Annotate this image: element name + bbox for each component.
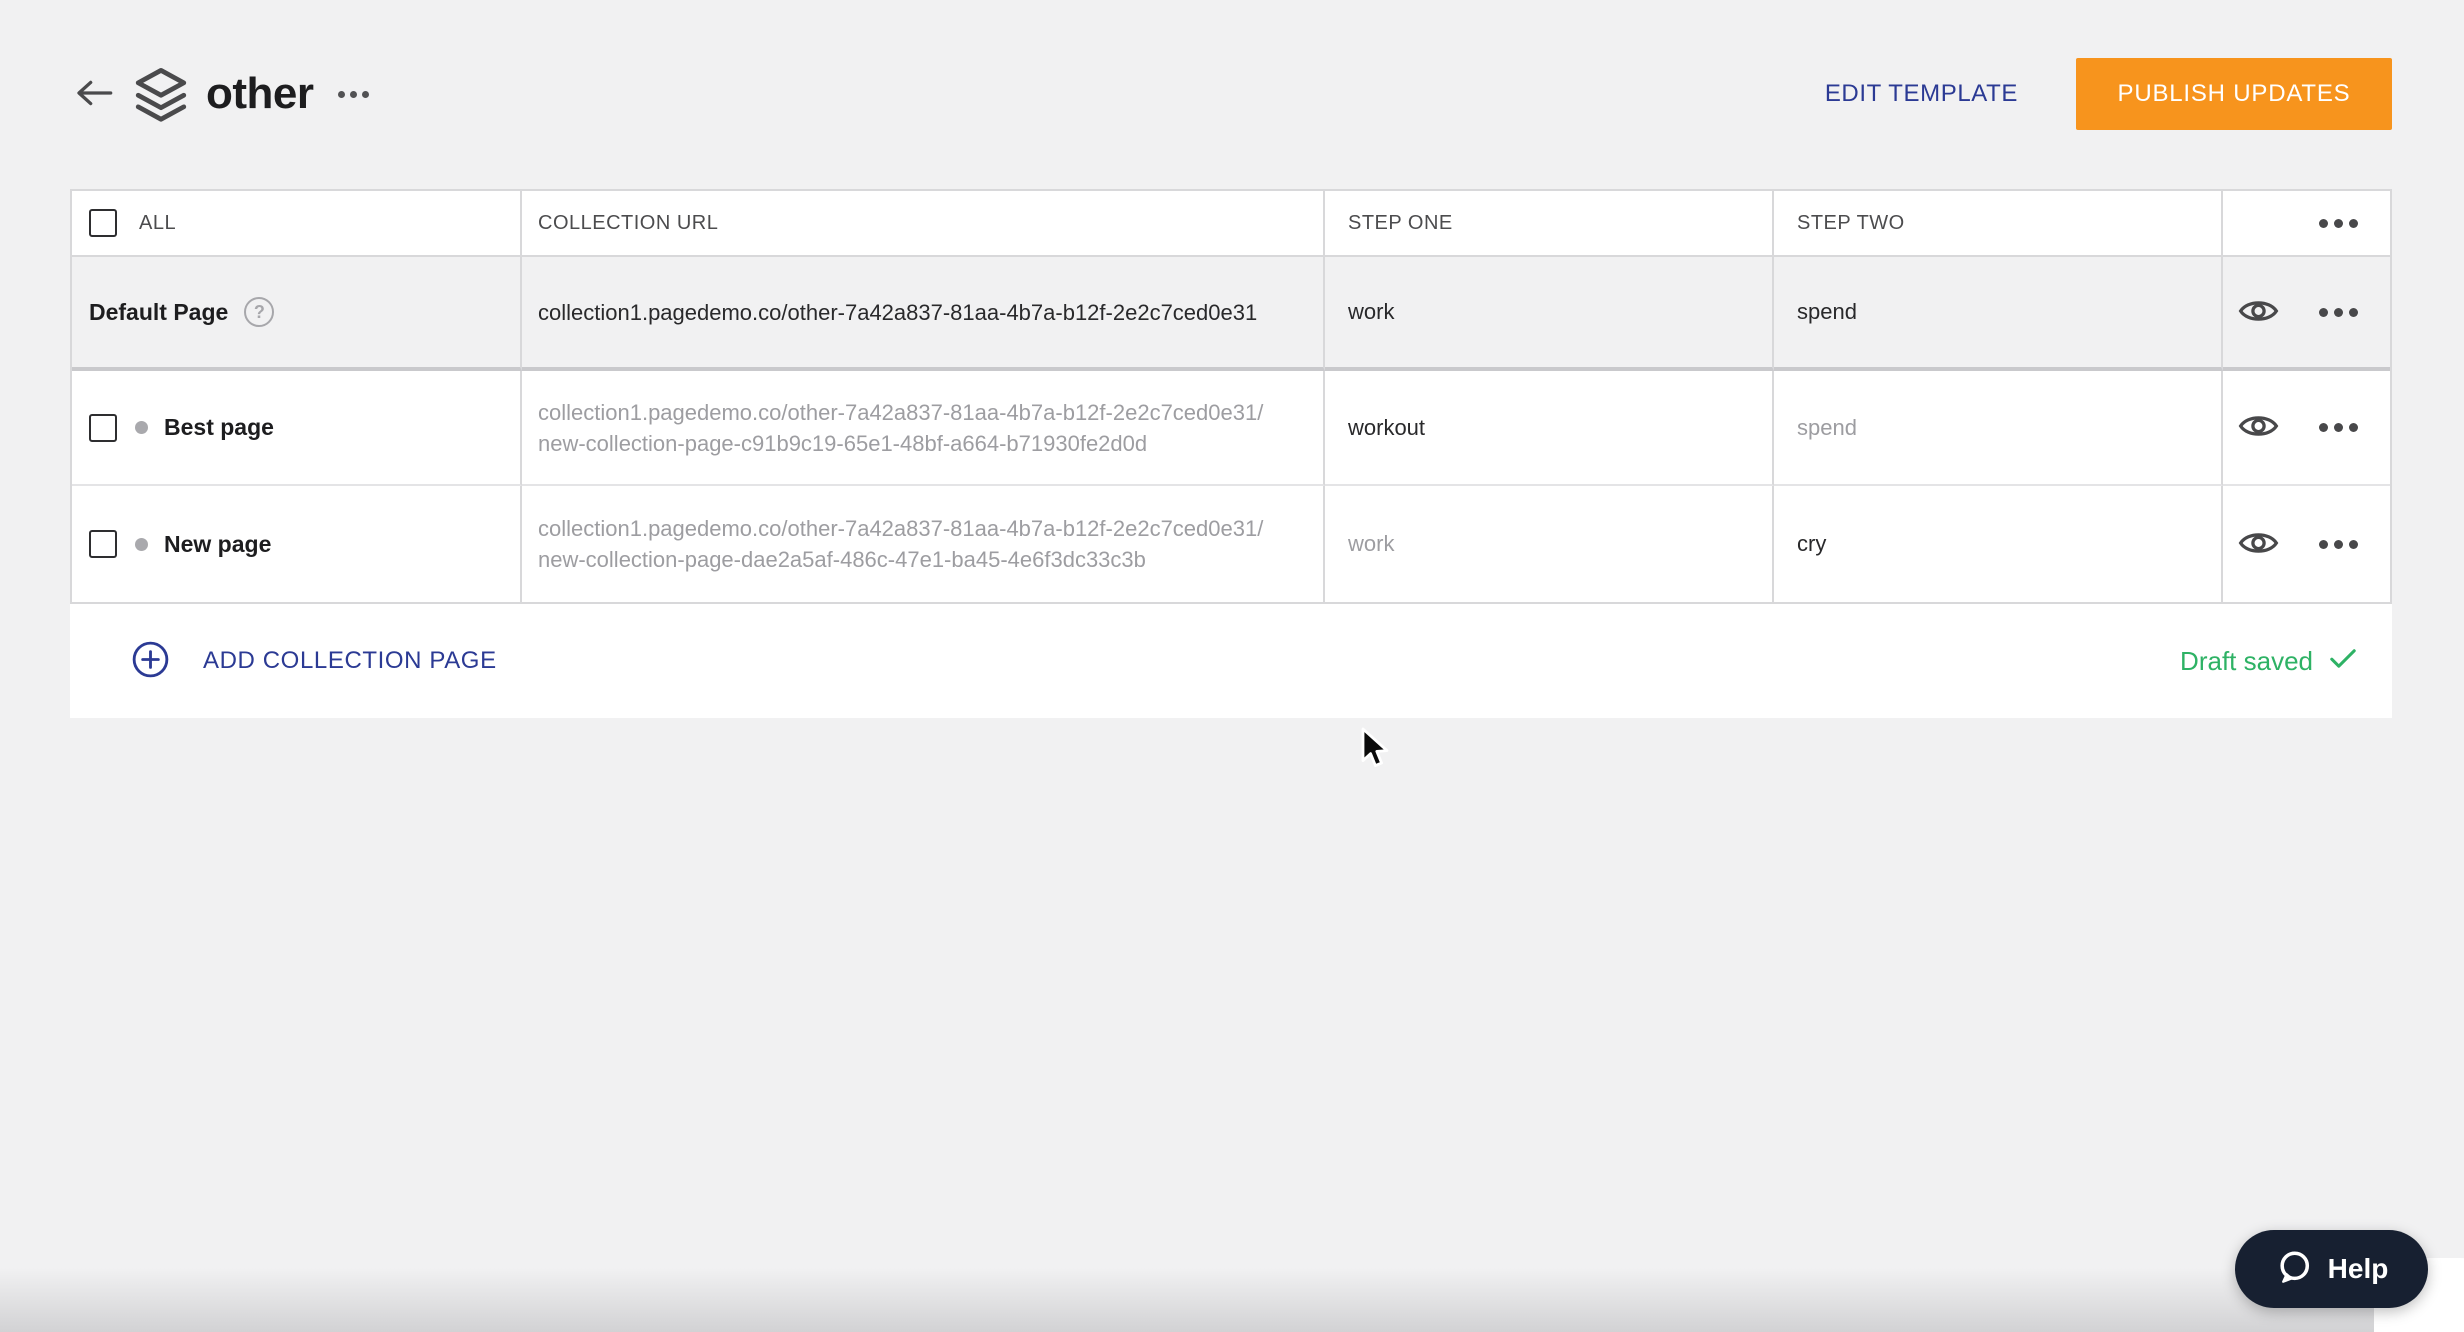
table-footer: ADD COLLECTION PAGE Draft saved [70, 604, 2392, 718]
row-actions-cell [2223, 257, 2390, 371]
back-button[interactable] [70, 74, 118, 115]
header-cell-collection-url: COLLECTION URL [522, 191, 1325, 257]
eye-icon [2238, 529, 2279, 560]
step-one-value: work [1348, 299, 1395, 324]
header-more-menu-button[interactable] [2317, 217, 2360, 230]
step-two-value: spend [1797, 414, 1857, 440]
column-header-collection-url: COLLECTION URL [538, 211, 719, 234]
collection-url-line2: new-collection-page-dae2a5af-486c-47e1-b… [538, 547, 1146, 572]
collection-pages-table: ALL COLLECTION URL STEP ONE STEP TWO Def… [70, 189, 2392, 604]
layers-icon [134, 65, 188, 123]
plus-circle-icon [132, 641, 169, 681]
ellipsis-icon [2319, 539, 2358, 549]
title-more-menu-button[interactable] [334, 83, 373, 106]
ellipsis-icon [2319, 218, 2358, 228]
row-step-one-cell: work [1325, 257, 1774, 371]
row-more-menu-button[interactable] [2317, 306, 2360, 319]
page-name: Best page [164, 414, 274, 440]
ellipsis-icon [2319, 307, 2358, 317]
row-name-cell-best-page[interactable]: Best page [72, 371, 522, 486]
top-bar-right: EDIT TEMPLATE PUBLISH UPDATES [1825, 58, 2392, 130]
help-button[interactable]: Help [2235, 1230, 2428, 1308]
top-bar-left: other [70, 65, 373, 123]
add-collection-page-label: ADD COLLECTION PAGE [203, 647, 497, 674]
column-header-all: ALL [139, 211, 177, 234]
row-actions-cell [2223, 486, 2390, 602]
edit-template-link[interactable]: EDIT TEMPLATE [1825, 80, 2018, 108]
collection-url-line1: collection1.pagedemo.co/other-7a42a837-8… [538, 516, 1264, 541]
checkmark-icon [2329, 647, 2357, 675]
page-title: other [206, 69, 314, 118]
top-bar: other EDIT TEMPLATE PUBLISH UPDATES [70, 52, 2392, 136]
row-more-menu-button[interactable] [2317, 421, 2360, 434]
row-select-checkbox[interactable] [89, 530, 117, 558]
collection-url: collection1.pagedemo.co/other-7a42a837-8… [538, 299, 1258, 325]
arrow-left-icon [74, 78, 114, 111]
question-circle-icon[interactable]: ? [244, 297, 275, 327]
ellipsis-icon [2319, 423, 2358, 432]
row-step-one-cell: workout [1325, 371, 1774, 486]
publish-updates-button[interactable]: PUBLISH UPDATES [2076, 58, 2392, 130]
column-header-step-one: STEP ONE [1348, 211, 1453, 234]
row-url-cell: collection1.pagedemo.co/other-7a42a837-8… [522, 371, 1325, 486]
preview-eye-button[interactable] [2236, 295, 2281, 330]
preview-eye-button[interactable] [2236, 527, 2281, 562]
preview-eye-button[interactable] [2236, 410, 2281, 445]
column-header-step-two: STEP TWO [1797, 211, 1905, 234]
step-two-value: spend [1797, 299, 1857, 324]
add-collection-page-button[interactable]: ADD COLLECTION PAGE [132, 641, 497, 681]
row-step-two-cell: cry [1774, 486, 2223, 602]
header-cell-all: ALL [72, 191, 522, 257]
row-step-two-cell: spend [1774, 371, 2223, 486]
eye-icon [2238, 297, 2279, 328]
row-select-checkbox[interactable] [89, 413, 117, 442]
row-name-cell-new-page[interactable]: New page [72, 486, 522, 602]
row-step-two-cell: spend [1774, 257, 2223, 371]
header-cell-step-two: STEP TWO [1774, 191, 2223, 257]
header-cell-actions [2223, 191, 2390, 257]
step-one-value: work [1348, 531, 1395, 556]
collection-url-line1: collection1.pagedemo.co/other-7a42a837-8… [538, 399, 1264, 425]
save-status-text: Draft saved [2180, 645, 2313, 676]
bottom-fade [0, 1268, 2464, 1332]
eye-icon [2238, 412, 2279, 443]
page-name: New page [164, 530, 272, 557]
draft-save-status: Draft saved [2180, 646, 2357, 677]
chat-bubble-icon [2275, 1249, 2313, 1290]
row-actions-cell [2223, 371, 2390, 486]
select-all-checkbox[interactable] [89, 209, 117, 237]
help-button-label: Help [2327, 1253, 2389, 1284]
collection-url-line2: new-collection-page-c91b9c19-65e1-48bf-a… [538, 430, 1148, 456]
row-step-one-cell: work [1325, 486, 1774, 602]
row-more-menu-button[interactable] [2317, 538, 2360, 551]
collection-pages-card: ALL COLLECTION URL STEP ONE STEP TWO Def… [70, 189, 2392, 718]
mouse-cursor [1355, 727, 1395, 776]
status-dot-icon [135, 421, 148, 434]
step-two-value: cry [1797, 531, 1827, 556]
row-url-cell: collection1.pagedemo.co/other-7a42a837-8… [522, 486, 1325, 602]
page-name: Default Page [89, 298, 229, 325]
header-cell-step-one: STEP ONE [1325, 191, 1774, 257]
step-one-value: workout [1348, 414, 1426, 440]
status-dot-icon [135, 537, 148, 551]
row-name-cell-default-page[interactable]: Default Page ? [72, 257, 522, 371]
row-url-cell: collection1.pagedemo.co/other-7a42a837-8… [522, 257, 1325, 371]
